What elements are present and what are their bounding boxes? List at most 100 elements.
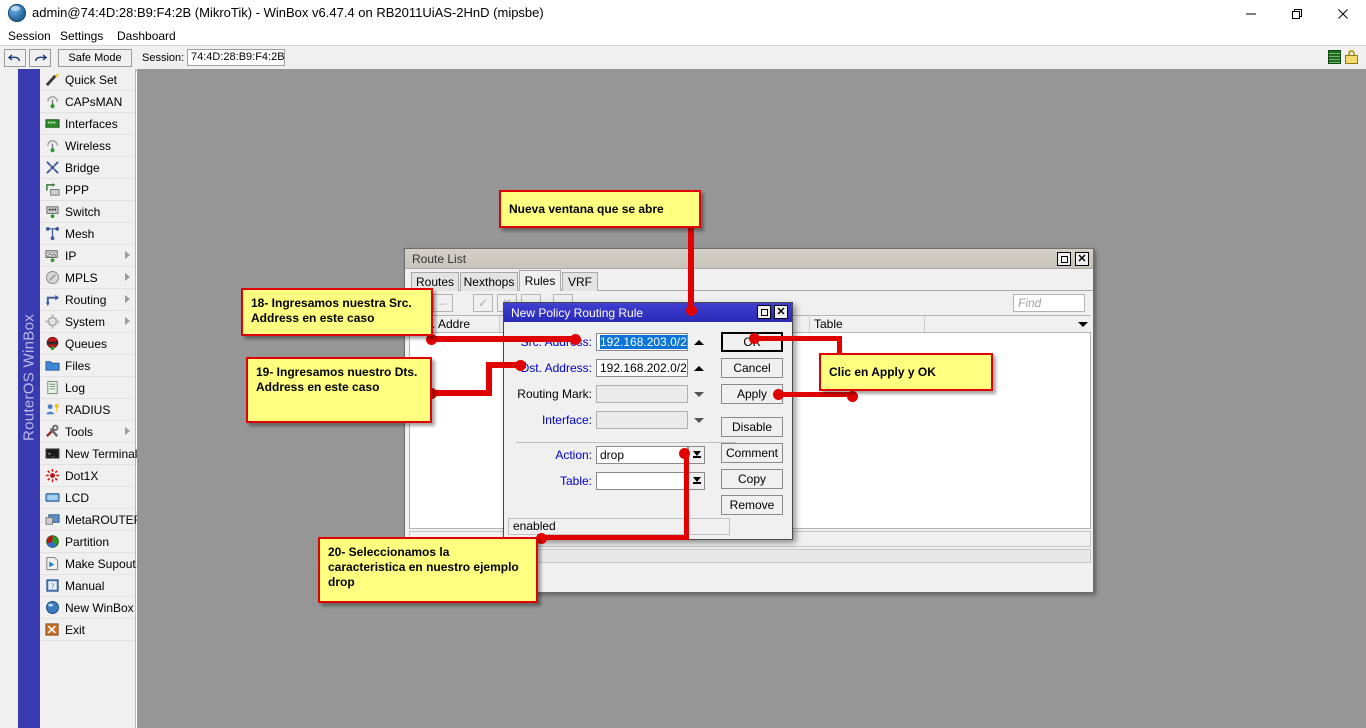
sidebar-item-quick-set[interactable]: Quick Set (40, 69, 135, 91)
sidebar-item-routing[interactable]: Routing (40, 289, 135, 311)
annotation-apply-ok: Clic en Apply y OK (819, 353, 993, 391)
disable-button[interactable]: Disable (721, 417, 783, 437)
sidebar-item-lcd[interactable]: LCD (40, 487, 135, 509)
sidebar-item-interfaces[interactable]: Interfaces (40, 113, 135, 135)
field-input-action[interactable]: drop (596, 446, 688, 464)
field-input-src-address[interactable]: 192.168.203.0/24 (596, 333, 688, 351)
enable-button[interactable]: ✓ (473, 294, 493, 312)
menu-dashboard[interactable]: Dashboard (113, 29, 180, 44)
field-label-table: Table: (504, 474, 592, 488)
sidebar-item-manual[interactable]: ?Manual (40, 575, 135, 597)
window-maximize-button[interactable] (1274, 0, 1320, 28)
spinner-up-icon[interactable] (692, 333, 706, 351)
column-header-table[interactable]: Table (810, 316, 925, 332)
connector-dot-20-top (679, 448, 690, 459)
column-chooser-icon[interactable] (1075, 316, 1091, 332)
annotation-new-window: Nueva ventana que se abre (499, 190, 701, 228)
remove-button[interactable]: Remove (721, 495, 783, 515)
field-input-interface[interactable] (596, 411, 688, 429)
field-label-interface: Interface: (504, 413, 592, 427)
tab-rules[interactable]: Rules (519, 270, 561, 291)
dropdown-arrow-icon[interactable] (688, 472, 705, 490)
dialog-restore-button[interactable] (757, 305, 771, 319)
safe-mode-button[interactable]: Safe Mode (58, 49, 132, 67)
sidebar-item-bridge[interactable]: Bridge (40, 157, 135, 179)
comment-button[interactable]: Comment (721, 443, 783, 463)
window-minimize-button[interactable] (1228, 0, 1274, 28)
field-input-table[interactable] (596, 472, 688, 490)
field-input-dst-address[interactable]: 192.168.202.0/24 (596, 359, 688, 377)
window-close-button[interactable] (1320, 0, 1366, 28)
route-list-titlebar[interactable]: Route List ✕ (405, 249, 1093, 269)
cancel-button[interactable]: Cancel (721, 358, 783, 378)
terminal-icon: >_ (44, 446, 60, 462)
switch-icon (44, 204, 60, 220)
sidebar-item-wireless[interactable]: Wireless (40, 135, 135, 157)
dropdown-arrow-icon[interactable] (688, 446, 705, 464)
dialog-close-button[interactable]: ✕ (774, 305, 788, 319)
svg-text:255: 255 (46, 252, 55, 258)
sidebar-item-label: CAPsMAN (65, 95, 122, 109)
sidebar-item-label: Dot1X (65, 469, 98, 483)
session-value-field[interactable]: 74:4D:28:B9:F4:2B (187, 49, 285, 66)
sidebar-item-system[interactable]: System (40, 311, 135, 333)
tab-nexthops[interactable]: Nexthops (460, 272, 518, 291)
sidebar-item-radius[interactable]: RADIUS (40, 399, 135, 421)
field-input-routing-mark[interactable] (596, 385, 688, 403)
column-header-spacer (925, 316, 1076, 332)
sidebar-item-capsman[interactable]: CAPsMAN (40, 91, 135, 113)
sidebar-item-dot1x[interactable]: Dot1X (40, 465, 135, 487)
menu-settings[interactable]: Settings (56, 29, 107, 44)
tab-vrf[interactable]: VRF (562, 272, 598, 291)
sidebar-item-mesh[interactable]: Mesh (40, 223, 135, 245)
sidebar-item-ppp[interactable]: PPP (40, 179, 135, 201)
routing-icon (44, 292, 60, 308)
sidebar-item-make-supout-rif[interactable]: Make Supout.rif (40, 553, 135, 575)
radius-icon (44, 402, 60, 418)
copy-button[interactable]: Copy (721, 469, 783, 489)
redo-button[interactable] (29, 49, 51, 67)
dialog-titlebar[interactable]: New Policy Routing Rule ✕ (504, 303, 792, 322)
sidebar-item-label: New Terminal (65, 447, 137, 461)
sidebar-item-new-terminal[interactable]: >_ New Terminal (40, 443, 135, 465)
partition-icon (44, 534, 60, 550)
lock-icon (1345, 50, 1358, 64)
route-list-close-button[interactable]: ✕ (1075, 252, 1089, 266)
connector-apply (777, 392, 855, 397)
find-input[interactable]: Find (1013, 294, 1085, 312)
spinner-down-icon[interactable] (692, 385, 706, 403)
connector-20-horiz (540, 535, 689, 540)
ppp-icon (44, 182, 60, 198)
sidebar-item-log[interactable]: Log (40, 377, 135, 399)
tools-icon (44, 424, 60, 440)
sidebar-item-label: Exit (65, 623, 85, 637)
sidebar-item-label: Partition (65, 535, 109, 549)
spinner-up-icon[interactable] (692, 359, 706, 377)
sidebar-item-metarouter[interactable]: MetaROUTER (40, 509, 135, 531)
sidebar-item-new-winbox[interactable]: New WinBox (40, 597, 135, 619)
sidebar-item-label: MPLS (65, 271, 98, 285)
spinner-down-icon[interactable] (692, 411, 706, 429)
sidebar-item-tools[interactable]: Tools (40, 421, 135, 443)
sidebar-item-ip[interactable]: 255IP (40, 245, 135, 267)
sidebar-item-label: MetaROUTER (65, 513, 142, 527)
sidebar-item-switch[interactable]: Switch (40, 201, 135, 223)
sidebar-item-mpls[interactable]: MPLS (40, 267, 135, 289)
menu-session[interactable]: Session (4, 29, 55, 44)
sidebar-item-label: Interfaces (65, 117, 118, 131)
route-list-title: Route List (412, 252, 466, 266)
sidebar-item-label: PPP (65, 183, 89, 197)
undo-button[interactable] (4, 49, 26, 67)
remove-button[interactable]: – (433, 294, 453, 312)
mesh-icon (44, 226, 60, 242)
connector-dot-apply-note (847, 391, 858, 402)
antenna-icon (44, 94, 60, 110)
connector-ok (754, 336, 842, 341)
route-list-restore-button[interactable] (1057, 252, 1071, 266)
dialog-title: New Policy Routing Rule (511, 306, 643, 320)
brand-bar-label: RouterOS WinBox (21, 275, 38, 481)
sidebar-item-queues[interactable]: Queues (40, 333, 135, 355)
sidebar-item-files[interactable]: Files (40, 355, 135, 377)
sidebar-item-partition[interactable]: Partition (40, 531, 135, 553)
sidebar-item-exit[interactable]: Exit (40, 619, 135, 641)
